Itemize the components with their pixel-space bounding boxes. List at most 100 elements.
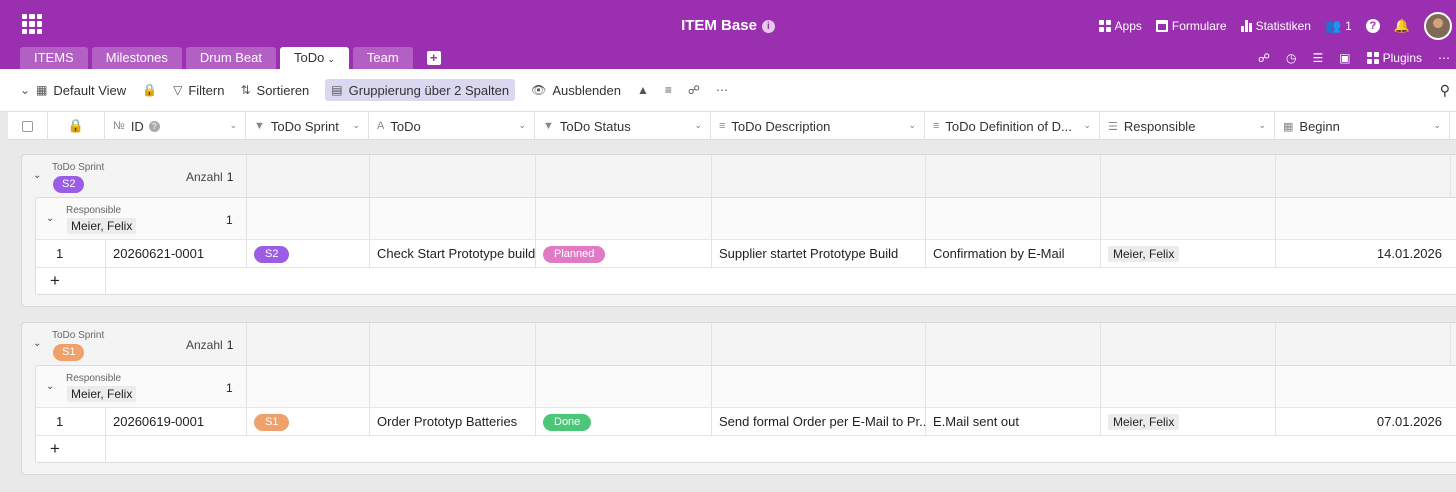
column-header-beginn[interactable]: ▦ Beginn ⌄ <box>1275 112 1450 140</box>
more-icon[interactable]: ⋯ <box>1438 51 1450 65</box>
subgroup-header: ⌄ Responsible Meier, Felix 1 <box>36 366 1456 408</box>
cell-todo-sprint[interactable]: S1 <box>246 408 369 436</box>
cell-id[interactable]: 20260619-0001 <box>105 408 246 436</box>
settings-sliders-icon[interactable]: ☰ <box>1313 51 1324 65</box>
info-icon[interactable]: ? <box>148 120 160 132</box>
search-icon[interactable]: ⚲ <box>1440 82 1450 99</box>
chevron-down-icon: ⌄ <box>327 54 335 64</box>
chevron-down-icon[interactable]: ⌄ <box>229 120 237 131</box>
paint-bucket-icon: ▲ <box>636 83 649 97</box>
collaborators-button[interactable]: 👥 1 <box>1325 18 1352 34</box>
row-color-button[interactable]: ▲ <box>637 79 649 101</box>
filter-button[interactable]: ▽ Filtern <box>173 79 224 101</box>
cell-todo-description[interactable]: Send formal Order per E-Mail to Pr... <box>711 408 925 436</box>
cell-beginn[interactable]: 07.01.2026 <box>1275 408 1450 436</box>
cell-todo[interactable]: Order Prototyp Batteries <box>369 408 535 436</box>
collapse-chevron-icon[interactable]: ⌄ <box>33 170 41 181</box>
id-icon: № <box>113 120 125 132</box>
group-icon: ▤ <box>331 83 343 97</box>
select-all-checkbox[interactable] <box>22 120 33 132</box>
cell-todo-status[interactable]: Planned <box>535 240 711 268</box>
cell-todo-definition[interactable]: Confirmation by E-Mail <box>925 240 1100 268</box>
lock-button[interactable]: 🔒 <box>142 79 157 101</box>
chevron-down-icon[interactable]: ⌄ <box>1258 120 1266 131</box>
long-text-icon: ≡ <box>933 120 940 132</box>
tab-drum-beat[interactable]: Drum Beat <box>185 47 277 69</box>
app-grid-icon[interactable] <box>22 14 42 34</box>
forms-icon <box>1155 20 1168 32</box>
cell-todo[interactable]: Check Start Prototype build <box>369 240 535 268</box>
table-row[interactable]: 1 20260619-0001 S1 Order Prototyp Batter… <box>36 408 1456 436</box>
more-options-button[interactable]: ⋯ <box>716 79 728 101</box>
add-row: + <box>36 268 1456 295</box>
hide-columns-button[interactable]: 👁 Ausblenden <box>531 79 621 101</box>
row-height-button[interactable]: ≡ <box>665 79 672 101</box>
apps-icon <box>1098 20 1111 32</box>
add-table-button[interactable]: + <box>426 51 441 65</box>
cell-todo-description[interactable]: Supplier startet Prototype Build <box>711 240 925 268</box>
cell-id[interactable]: 20260621-0001 <box>105 240 246 268</box>
chevron-down-icon[interactable]: ⌄ <box>352 120 360 131</box>
help-button[interactable]: ? <box>1365 19 1380 33</box>
chevron-down-icon[interactable]: ⌄ <box>1433 120 1441 131</box>
column-header-todo-definition[interactable]: ≡ ToDo Definition of D... ⌄ <box>925 112 1100 140</box>
notifications-button[interactable]: 🔔 <box>1394 18 1410 34</box>
view-selector[interactable]: ⌄ ▦ Default View <box>20 79 126 101</box>
apps-button[interactable]: Apps <box>1098 19 1142 33</box>
view-toolbar: ⌄ ▦ Default View 🔒 ▽ Filtern ⇅ Sortieren… <box>0 69 1456 112</box>
single-select-icon: ▼ <box>254 120 265 132</box>
history-icon[interactable]: ◷ <box>1286 51 1296 65</box>
table-row[interactable]: 1 20260621-0001 S2 Check Start Prototype… <box>36 240 1456 268</box>
chevron-down-icon[interactable]: ⌄ <box>694 120 702 131</box>
cell-todo-status[interactable]: Done <box>535 408 711 436</box>
group-count: Anzahl 1 <box>186 338 234 352</box>
collapse-chevron-icon[interactable]: ⌄ <box>33 338 41 349</box>
statistics-button[interactable]: Statistiken <box>1240 19 1311 33</box>
chevron-down-icon[interactable]: ⌄ <box>1083 120 1091 131</box>
group-sprint-s1: ⌄ ToDo Sprint S1 Anzahl 1 ⌄ Responsible M… <box>21 322 1456 475</box>
tab-team[interactable]: Team <box>352 47 413 69</box>
sort-button[interactable]: ⇅ Sortieren <box>240 79 309 101</box>
share-view-button[interactable]: ☍ <box>688 79 700 101</box>
cell-beginn[interactable]: 14.01.2026 <box>1275 240 1450 268</box>
script-icon[interactable]: ▣ <box>1339 51 1350 65</box>
long-text-icon: ≡ <box>719 120 726 132</box>
status-badge: Planned <box>543 246 606 264</box>
forms-button[interactable]: Formulare <box>1155 19 1227 33</box>
responsible-tag: Meier, Felix <box>1108 246 1180 262</box>
app-header: ITEM Base i Apps Formulare Statistiken 👥 … <box>0 0 1456 69</box>
group-button[interactable]: ▤ Gruppierung über 2 Spalten <box>325 79 516 101</box>
collapse-chevron-icon[interactable]: ⌄ <box>46 381 54 392</box>
calendar-icon: ▦ <box>1283 120 1294 133</box>
chevron-down-icon[interactable]: ⌄ <box>518 120 526 131</box>
subgroup-count: 1 <box>226 381 233 395</box>
share-icon: ☍ <box>687 83 701 97</box>
column-header-todo[interactable]: A ToDo ⌄ <box>369 112 535 140</box>
cell-todo-definition[interactable]: E.Mail sent out <box>925 408 1100 436</box>
tab-items[interactable]: ITEMS <box>20 47 88 69</box>
collapse-chevron-icon[interactable]: ⌄ <box>46 213 54 224</box>
group-header: ⌄ ToDo Sprint S1 Anzahl 1 <box>22 323 1456 365</box>
filter-icon: ▽ <box>173 83 183 97</box>
cell-responsible[interactable]: Meier, Felix <box>1100 240 1275 268</box>
tab-todo[interactable]: ToDo ⌄ <box>280 47 349 69</box>
info-icon[interactable]: i <box>761 20 775 33</box>
user-avatar[interactable] <box>1424 12 1452 40</box>
column-header-responsible[interactable]: ☰ Responsible ⌄ <box>1100 112 1275 140</box>
group-sprint-s2: ⌄ ToDo Sprint S2 Anzahl 1 ⌄ Responsible M… <box>21 154 1456 307</box>
subgroup-header: ⌄ Responsible Meier, Felix 1 <box>36 198 1456 240</box>
chevron-down-icon[interactable]: ⌄ <box>908 120 916 131</box>
add-row-button[interactable]: + <box>50 271 60 291</box>
column-header-id[interactable]: № ID? ⌄ <box>105 112 246 140</box>
cell-todo-sprint[interactable]: S2 <box>246 240 369 268</box>
sprint-pill: S2 <box>254 246 290 264</box>
column-header-todo-status[interactable]: ▼ ToDo Status ⌄ <box>535 112 711 140</box>
column-header-todo-description[interactable]: ≡ ToDo Description ⌄ <box>711 112 925 140</box>
plugins-button[interactable]: Plugins <box>1366 51 1422 65</box>
add-row-button[interactable]: + <box>50 439 60 459</box>
sprint-pill: S1 <box>53 344 85 361</box>
column-header-todo-sprint[interactable]: ▼ ToDo Sprint ⌄ <box>246 112 369 140</box>
share-icon[interactable]: ☍ <box>1258 51 1270 65</box>
tab-milestones[interactable]: Milestones <box>91 47 182 69</box>
cell-responsible[interactable]: Meier, Felix <box>1100 408 1275 436</box>
